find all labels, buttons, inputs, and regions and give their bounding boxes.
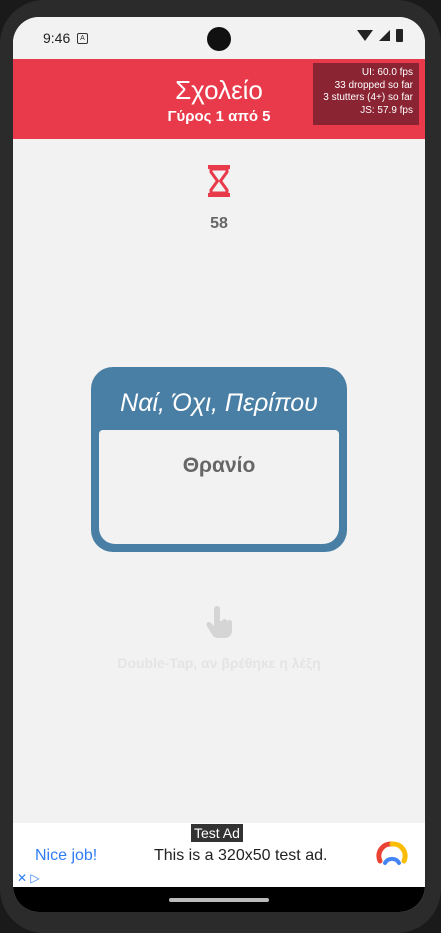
ad-banner[interactable]: Test Ad Nice job! This is a 320x50 test … <box>13 823 425 887</box>
double-tap-hint: Double-Tap, αν βρέθηκε η λέξη <box>117 655 321 671</box>
tap-hand-icon <box>206 606 233 638</box>
home-gesture-pill[interactable] <box>169 898 269 902</box>
perf-js-fps: JS: 57.9 fps <box>360 104 413 116</box>
ad-headline[interactable]: Nice job! <box>35 847 97 865</box>
app-header: Σχολείο Γύρος 1 από 5 UI: 60.0 fps 33 dr… <box>13 59 425 139</box>
card-body: Θρανίο <box>99 430 339 544</box>
word-card[interactable]: Ναί, Όχι, Περίπου Θρανίο <box>91 367 347 552</box>
ad-logo-icon <box>376 841 408 865</box>
camera-cutout <box>207 27 231 51</box>
device-frame: 9:46 A Σχολείο Γύρος 1 από 5 UI: 60.0 fp… <box>0 0 441 933</box>
card-word: Θρανίο <box>182 454 256 477</box>
perf-dropped: 33 dropped so far <box>334 79 413 91</box>
perf-monitor: UI: 60.0 fps 33 dropped so far 3 stutter… <box>313 63 419 125</box>
ad-badge: Test Ad <box>191 824 243 842</box>
countdown-timer: 58 <box>210 215 228 232</box>
adchoices-icon[interactable]: ✕ ▷ <box>17 871 40 885</box>
ad-text[interactable]: This is a 320x50 test ad. <box>154 847 327 865</box>
status-bar: 9:46 A <box>13 17 425 59</box>
signal-icon <box>379 30 390 41</box>
card-title: Ναί, Όχι, Περίπου <box>120 389 318 417</box>
system-icons <box>357 29 403 42</box>
hourglass-icon <box>208 165 230 197</box>
wifi-icon <box>357 30 373 41</box>
status-time: 9:46 <box>43 30 71 46</box>
notification-icon: A <box>77 33 88 44</box>
battery-icon <box>396 29 403 42</box>
perf-stutters: 3 stutters (4+) so far <box>323 92 413 103</box>
screen: 9:46 A Σχολείο Γύρος 1 από 5 UI: 60.0 fp… <box>13 17 425 912</box>
perf-ui-fps: UI: 60.0 fps <box>361 67 413 78</box>
